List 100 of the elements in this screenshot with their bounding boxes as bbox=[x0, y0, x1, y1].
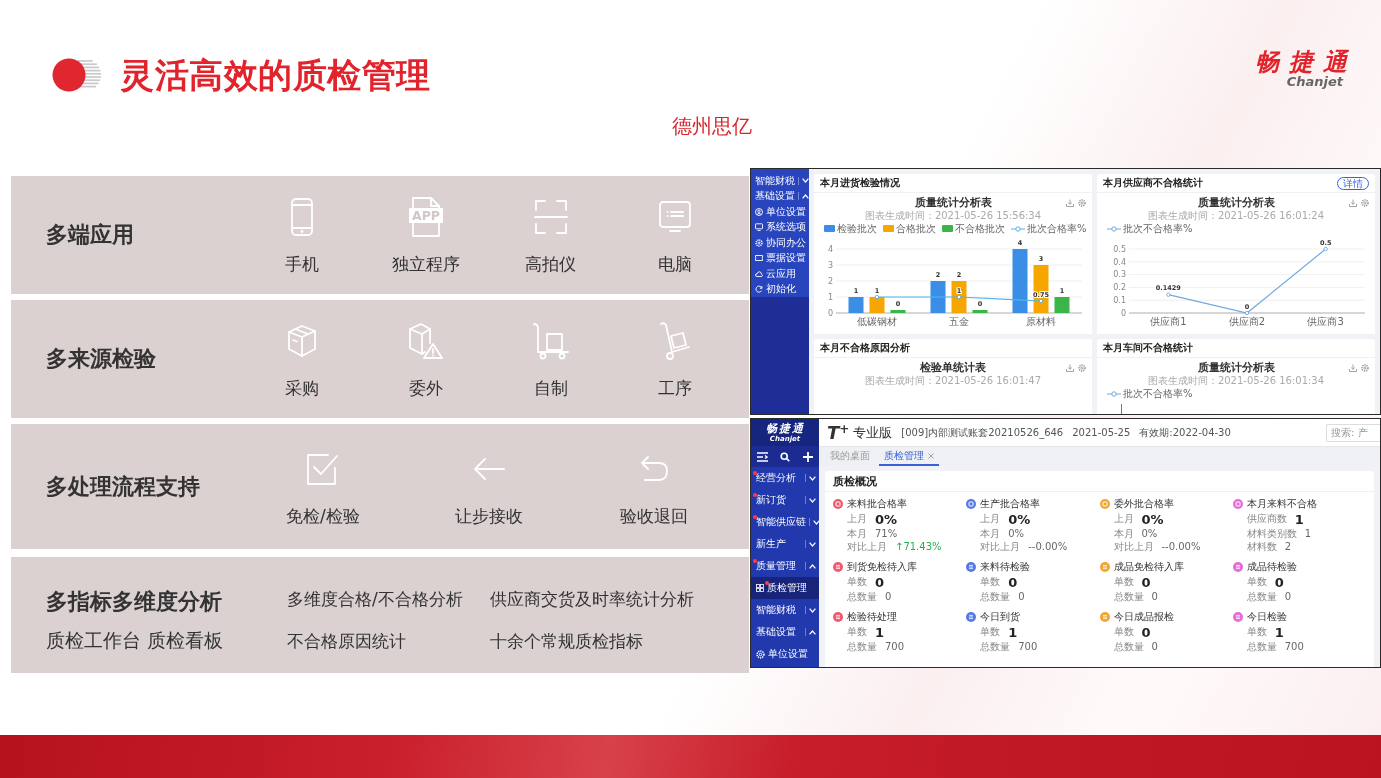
sidebar-menu-item[interactable]: 新订货 bbox=[751, 489, 819, 511]
plus-icon[interactable] bbox=[802, 451, 813, 462]
feature-label: 免检/检验 bbox=[285, 505, 360, 526]
metric-value: ↑71.43% bbox=[895, 540, 942, 554]
chart-bar bbox=[930, 281, 946, 313]
metric-value: 1 bbox=[875, 624, 885, 640]
user-icon bbox=[755, 207, 763, 216]
axis-tick-label: 2 bbox=[827, 276, 833, 286]
metric-value: 700 bbox=[1018, 640, 1038, 654]
chart-bar bbox=[890, 310, 906, 313]
slide-subtitle: 德州思亿 bbox=[671, 114, 752, 138]
data-point bbox=[956, 294, 962, 300]
settings-icon[interactable] bbox=[1078, 364, 1086, 372]
metric-value: 71% bbox=[875, 527, 898, 541]
metric-title: 检验待处理 bbox=[847, 611, 897, 623]
data-point bbox=[1244, 310, 1250, 316]
product-mark: T$^{+}$ bbox=[827, 422, 850, 443]
metric-value: 0 bbox=[1151, 590, 1158, 604]
ticket-icon bbox=[755, 254, 763, 263]
metric-label: 对比上月 bbox=[847, 540, 887, 553]
card-title: 本月车间不合格统计 bbox=[1103, 342, 1193, 354]
feature-label: 高拍仪 bbox=[525, 254, 577, 274]
sidebar-menu-item[interactable]: 智能财税 bbox=[751, 599, 819, 621]
scan-frame-icon bbox=[533, 199, 568, 235]
download-icon[interactable] bbox=[1349, 364, 1357, 372]
metric-label: 材料类别数 bbox=[1246, 527, 1297, 540]
chart-title: 质量统计分析表 bbox=[1197, 196, 1275, 210]
metric-label: 总数量 bbox=[847, 640, 877, 653]
axis-category-label: 供应商1 bbox=[1150, 316, 1187, 327]
sidebar-menu-item[interactable]: 经营分析 bbox=[751, 467, 819, 489]
expiry-label: 有效期:2022-04-30 bbox=[1139, 426, 1231, 439]
close-icon[interactable] bbox=[928, 452, 934, 459]
axis-tick-label: 0.3 bbox=[1113, 270, 1126, 280]
arrow-left-icon bbox=[472, 456, 505, 481]
sidebar-menu-item[interactable]: 智能供应链 bbox=[751, 511, 819, 533]
box-icon bbox=[287, 324, 318, 358]
metric-label: 单数 bbox=[1246, 576, 1267, 588]
tab[interactable]: 质检管理 bbox=[879, 447, 939, 466]
menu-icon[interactable] bbox=[757, 451, 769, 462]
metric-label: 总数量 bbox=[1246, 640, 1277, 653]
chart-bar bbox=[869, 297, 885, 313]
metric-label: 单数 bbox=[1246, 626, 1267, 638]
search-field[interactable]: 搜索: 产 bbox=[1326, 423, 1380, 442]
feature-label: 工序 bbox=[657, 378, 692, 398]
settings-icon[interactable] bbox=[1361, 364, 1369, 372]
analysis-item: 多维度合格/不合格分析 bbox=[287, 589, 463, 609]
search-icon[interactable] bbox=[780, 451, 791, 462]
feature-label: 采购 bbox=[285, 378, 320, 398]
sidebar-menu-item[interactable]: 质量管理 bbox=[751, 555, 819, 577]
settings-icon[interactable] bbox=[1078, 199, 1086, 207]
metric-title: 来料待检验 bbox=[980, 561, 1031, 573]
chart-bar bbox=[848, 297, 864, 313]
settings-icon[interactable] bbox=[1361, 199, 1369, 207]
sidebar-subitem[interactable]: 云应用 bbox=[751, 266, 809, 282]
download-icon[interactable] bbox=[1349, 199, 1357, 207]
feature-title: 多端应用 bbox=[46, 221, 134, 249]
chart-title: 检验单统计表 bbox=[920, 361, 986, 375]
axis-tick-label: 4 bbox=[827, 244, 833, 254]
sidebar-menu-item[interactable]: 新生产 bbox=[751, 533, 819, 555]
metric-label: 总数量 bbox=[847, 590, 877, 603]
metric-value: 0 bbox=[1018, 590, 1025, 604]
box-warning-icon bbox=[408, 322, 445, 360]
metric-label: 单数 bbox=[847, 576, 867, 588]
phone-icon bbox=[291, 198, 314, 236]
download-icon[interactable] bbox=[1066, 199, 1074, 207]
metric-value: 0 bbox=[1141, 624, 1151, 640]
download-icon[interactable] bbox=[1066, 364, 1074, 372]
cloud-icon bbox=[755, 269, 763, 278]
axis-tick-label: 0.4 bbox=[1113, 257, 1126, 267]
brand-name: 畅捷通 bbox=[765, 422, 805, 435]
sidebar-subitem[interactable]: 协同办公 bbox=[751, 235, 809, 251]
analysis-item: 供应商交货及时率统计分析 bbox=[490, 589, 694, 609]
sidebar-subitem[interactable]: 初始化 bbox=[751, 281, 809, 297]
metric-label: 对比上月 bbox=[1113, 540, 1154, 553]
axis-category-label: 低碳钢材 bbox=[857, 316, 897, 327]
axis-category-label: 原材料 bbox=[1026, 316, 1056, 327]
sidebar-subitem[interactable]: 票据设置 bbox=[751, 250, 809, 266]
sidebar-subitem[interactable]: 质检管理 bbox=[751, 577, 819, 599]
metric-value: 0% bbox=[1008, 527, 1025, 541]
metric-value: 1 bbox=[1294, 511, 1304, 527]
metric-value: 0 bbox=[1151, 640, 1158, 654]
metric-value: 0% bbox=[1141, 511, 1164, 527]
sidebar-subitem[interactable]: 系统选项 bbox=[751, 219, 809, 235]
legend-label: 检验批次 bbox=[837, 222, 877, 235]
feature-label: 独立程序 bbox=[392, 254, 461, 274]
metric-label: 单数 bbox=[1113, 576, 1134, 588]
axis-category-label: 供应商3 bbox=[1307, 316, 1344, 327]
monitor-icon bbox=[658, 201, 691, 233]
sidebar-subitem[interactable]: 单位设置 bbox=[751, 204, 809, 220]
feature-label: 电脑 bbox=[657, 254, 692, 274]
sidebar-menu-item[interactable]: 基础设置 bbox=[751, 188, 809, 204]
sidebar-subitem[interactable]: 单位设置 bbox=[751, 643, 819, 665]
metric-title: 生产批合格率 bbox=[980, 498, 1041, 510]
sidebar-menu-item[interactable]: 智能财税 bbox=[751, 173, 809, 189]
metric-value: 1 bbox=[1008, 624, 1018, 640]
y-axis-line bbox=[1121, 404, 1122, 414]
sidebar-menu-item[interactable]: 基础设置 bbox=[751, 621, 819, 643]
data-point bbox=[1323, 246, 1328, 252]
analysis-item: 不合格原因统计 bbox=[287, 631, 406, 651]
metric-value: --0.00% bbox=[1028, 540, 1068, 554]
